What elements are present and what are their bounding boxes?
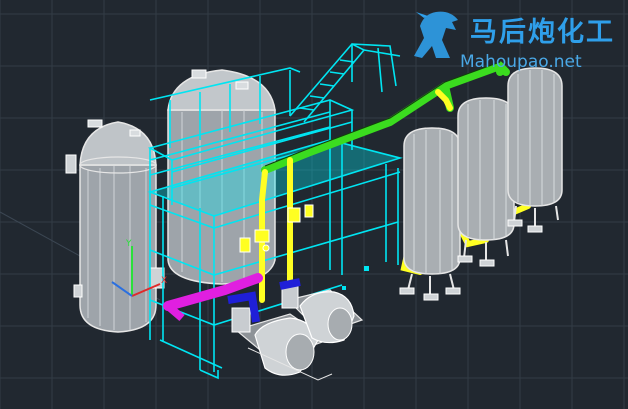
nozzle-markers (342, 266, 369, 290)
watermark-title: 马后炮化工 (470, 17, 615, 48)
svg-text:X: X (161, 276, 167, 286)
watermark-url: Mahoupao.net (460, 52, 582, 72)
horse-logo-icon (414, 11, 458, 59)
watermark: 马后炮化工 Mahoupao.net (402, 4, 628, 84)
svg-text:Y: Y (125, 239, 132, 249)
cad-viewport[interactable]: Y X 马后炮化工 Mahoupao.net (0, 0, 628, 409)
vertical-vessel-3[interactable] (507, 67, 563, 233)
